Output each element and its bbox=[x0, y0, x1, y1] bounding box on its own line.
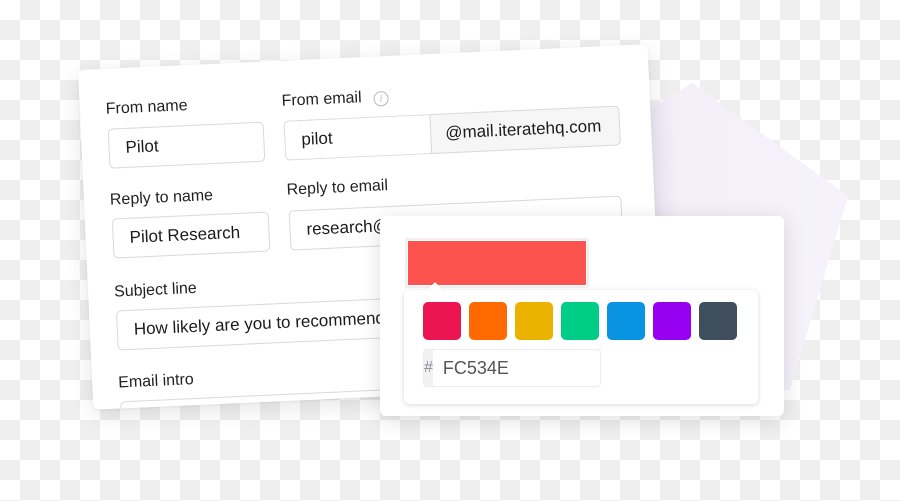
hex-input[interactable] bbox=[432, 350, 600, 386]
reply-to-name-label: Reply to name bbox=[109, 187, 214, 209]
from-email-label: From email bbox=[281, 89, 362, 110]
swatch-list bbox=[423, 302, 737, 340]
color-picker: # bbox=[380, 216, 784, 416]
from-name-value: Pilot bbox=[125, 136, 160, 157]
popover-arrow bbox=[426, 282, 444, 291]
subject-line-label: Subject line bbox=[113, 279, 198, 301]
swatch-amber[interactable] bbox=[515, 302, 553, 340]
subject-line-value: How likely are you to recommend bbox=[133, 308, 386, 339]
swatch-orange[interactable] bbox=[469, 302, 507, 340]
swatch-blue[interactable] bbox=[607, 302, 645, 340]
swatch-purple[interactable] bbox=[653, 302, 691, 340]
selected-color-fill bbox=[408, 241, 586, 285]
email-intro-label: Email intro bbox=[117, 371, 195, 392]
email-domain-addon: @mail.iteratehq.com bbox=[429, 105, 621, 155]
swatch-slate[interactable] bbox=[699, 302, 737, 340]
hex-field: # bbox=[423, 349, 601, 387]
from-name-label: From name bbox=[105, 97, 188, 118]
selected-color-preview[interactable] bbox=[405, 238, 589, 288]
reply-to-email-label: Reply to email bbox=[286, 177, 389, 199]
swatch-green[interactable] bbox=[561, 302, 599, 340]
hash-prefix: # bbox=[424, 350, 433, 386]
reply-to-name-input[interactable]: Pilot Research bbox=[111, 211, 271, 259]
info-icon[interactable]: i bbox=[373, 90, 389, 107]
from-email-input[interactable]: pilot bbox=[283, 114, 432, 161]
from-name-input[interactable]: Pilot bbox=[107, 121, 266, 169]
reply-to-name-value: Pilot Research bbox=[129, 222, 241, 247]
reply-to-email-value: research@ bbox=[306, 216, 391, 239]
from-email-value: pilot bbox=[300, 128, 333, 149]
swatch-crimson[interactable] bbox=[423, 302, 461, 340]
email-domain-text: @mail.iteratehq.com bbox=[444, 116, 602, 143]
color-palette-popover: # bbox=[404, 282, 758, 404]
